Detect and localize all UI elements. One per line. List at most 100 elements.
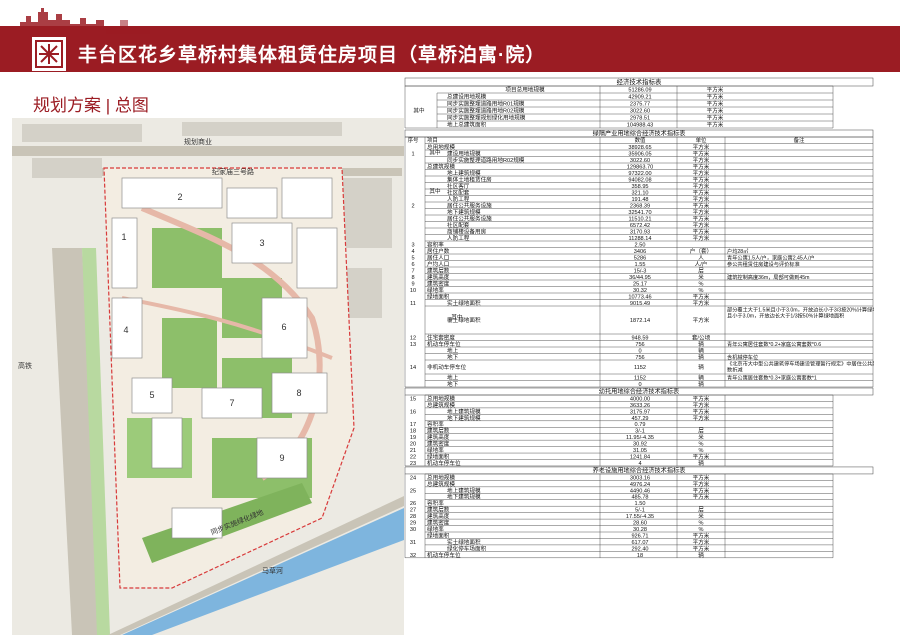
table-unit: 平方米: [693, 149, 710, 157]
table-unit: 平方米: [693, 292, 710, 300]
row-item: 建筑密度: [427, 279, 450, 287]
building-number: 2: [177, 192, 182, 202]
road-label: 规划商业: [184, 137, 212, 146]
road-label: 纪家庙三号路: [212, 167, 254, 176]
row-note: 建筑控制高度36m，局部可做到45m: [727, 273, 809, 281]
row-item: 容积率: [427, 420, 444, 428]
project-logo: [32, 37, 66, 71]
row-number: 31: [410, 540, 416, 546]
row-number: 6: [411, 262, 414, 268]
row-item: 建筑高度: [427, 433, 450, 441]
row-note: 数折减: [727, 365, 743, 373]
row-number: 30: [410, 527, 416, 533]
row-item: 绿地率: [427, 446, 444, 454]
row-number: 18: [410, 429, 416, 435]
row-item: 机动车停车位: [427, 340, 461, 348]
table-cell: 地上总建筑面积: [447, 121, 487, 129]
table-unit: 辆: [698, 363, 704, 371]
row-note: 《北京市大中型公共建筑停车场建设管理暂行规定》中居住公共服务设施200辆/万平米…: [727, 359, 874, 367]
row-item: 建筑密度: [427, 440, 450, 448]
row-number: 10: [410, 288, 416, 294]
row-item: 总建筑规模: [427, 162, 455, 170]
table-unit: 平方米: [693, 214, 710, 222]
table-unit: 平方米: [707, 93, 724, 101]
table-unit: 平方米: [693, 162, 710, 170]
row-item: 总建筑规模: [427, 401, 455, 409]
row-item: 机动车停车位: [427, 459, 461, 467]
row-number: 12: [410, 335, 416, 341]
row-item: 实土绿地面积: [447, 299, 481, 307]
row-note: 参公共租赁住房建设与评价标准: [727, 260, 800, 268]
row-number: 22: [410, 454, 416, 460]
row-number: 13: [410, 342, 416, 348]
table-unit: 平方米: [693, 316, 710, 324]
row-item: 总建筑规模: [427, 480, 455, 488]
table-unit: 辆: [698, 340, 704, 348]
row-item: 地下: [447, 380, 459, 388]
building-number: 7: [229, 398, 234, 408]
group-label: 其中: [451, 313, 463, 321]
row-number: 24: [410, 475, 416, 481]
indicator-tables: 经济技术指标表项目总用地规模 51286.09 平方米总建设用地规模 42909.21…: [404, 77, 874, 559]
table-unit: 平方米: [693, 156, 710, 164]
row-item: 地下建筑规模: [447, 414, 481, 422]
row-item: 地上建筑规模: [447, 407, 481, 415]
row-item: 人防工程: [447, 234, 470, 242]
row-item: 非机动车停车位: [427, 363, 467, 371]
row-number: 9: [411, 281, 414, 287]
table-unit: 平方米: [693, 175, 710, 183]
row-number: 19: [410, 435, 416, 441]
row-item: 绿地率: [427, 286, 444, 294]
building-number: 3: [259, 238, 264, 248]
row-item: 绿化停车场面积: [447, 544, 487, 552]
table-cell: 同步实施整理道路用地R01规模: [447, 100, 525, 108]
row-item: 地下: [447, 353, 459, 361]
row-item: 总用地规模: [427, 473, 455, 481]
table-unit: 平方米: [707, 100, 724, 108]
row-number: 1: [411, 151, 414, 157]
table-unit: 辆: [698, 353, 704, 361]
table-header: 项目: [427, 137, 438, 144]
row-item: 社区配套: [447, 188, 470, 196]
table-unit: 平方米: [693, 480, 710, 488]
table-unit: 人: [698, 254, 704, 261]
row-item: 地上: [447, 373, 459, 381]
row-note: 青年公寓1.5人/户，家庭公寓2.45人/户: [727, 253, 815, 261]
row-item: 住宅套密度: [427, 333, 455, 341]
table-unit: 平方米: [693, 473, 710, 481]
row-item: 商铺楼设备用房: [447, 227, 487, 235]
row-item: 居住公共服务设施: [447, 214, 492, 222]
row-item: 实土绿地面积: [447, 538, 481, 546]
site-plan: 1 2 3 4 5 6 7 8 9 规划商业 纪家庙三号路 高铁 马草河 同步实…: [12, 118, 404, 635]
row-item: 绿地面积: [427, 452, 450, 460]
table-unit: 平方米: [707, 107, 724, 115]
table-unit: 辆: [698, 346, 704, 354]
row-item: 建筑密度: [427, 519, 450, 527]
building-number: 4: [123, 325, 128, 335]
table-title: 绿隔产业用地综合经济技术指标表: [593, 130, 686, 138]
row-item: 人防工程: [447, 195, 470, 203]
row-item: 绿地率: [427, 525, 444, 533]
table-value: 2375.77: [630, 102, 650, 108]
table-unit: 平方米: [707, 121, 724, 129]
table-unit: 平方米: [693, 407, 710, 415]
building-number: 9: [279, 453, 284, 463]
row-number: 2: [411, 203, 414, 209]
table-header: 数值: [635, 136, 646, 144]
group-label: 其中: [429, 149, 441, 157]
table-title: 养老设施用地综合经济技术指标表: [593, 467, 686, 475]
row-item: 总用地规模: [427, 394, 455, 402]
table-unit: 平方米: [707, 86, 724, 94]
table-cell: 项目总用地规模: [505, 86, 545, 94]
row-number: 11: [410, 301, 416, 307]
row-number: 8: [411, 275, 414, 281]
row-number: 4: [411, 249, 414, 255]
row-item: 同步实施整理道路用地R02规模: [447, 156, 525, 164]
table-header: 备注: [794, 136, 805, 144]
building-number: 8: [296, 388, 301, 398]
row-number: 29: [410, 521, 416, 527]
table-unit: 平方米: [693, 221, 710, 229]
row-item: 地上建筑规模: [447, 486, 481, 494]
row-item: 地上建筑规模: [447, 169, 481, 177]
row-item: 居住户数: [427, 247, 450, 255]
